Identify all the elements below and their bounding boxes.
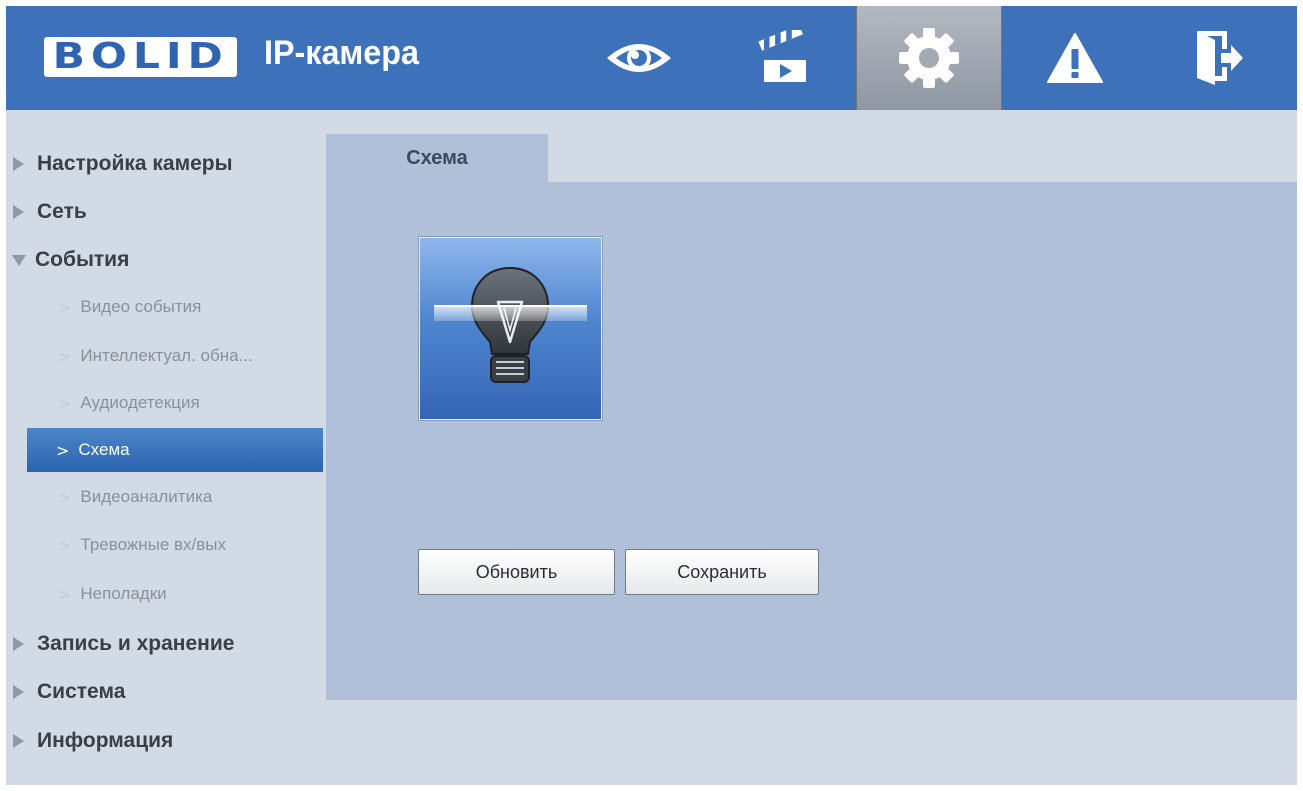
tab-bar: Схема xyxy=(326,134,1297,182)
sidebar-item-audio-detection[interactable]: > Аудиодетекция xyxy=(6,381,323,425)
sidebar-item-faults[interactable]: > Неполадки xyxy=(6,572,323,616)
sidebar-section-recording-storage[interactable]: Запись и хранение xyxy=(6,622,323,666)
app-window: BOLID IP-камера Настройка камеры Сеть Со… xyxy=(6,6,1297,785)
content-panel: Обновить Сохранить xyxy=(326,182,1297,700)
chevron-right-icon: > xyxy=(58,584,72,604)
sidebar-section-information[interactable]: Информация xyxy=(6,719,323,763)
sidebar-section-label: Настройка камеры xyxy=(37,152,233,175)
sidebar-item-label: Тревожные вх/вых xyxy=(80,535,227,554)
nav-live-view-button[interactable] xyxy=(566,6,712,110)
logout-icon xyxy=(1197,31,1243,85)
lightbulb-icon xyxy=(434,266,587,383)
tab-schema[interactable]: Схема xyxy=(326,134,548,182)
save-button[interactable]: Сохранить xyxy=(625,549,819,595)
chevron-right-icon: > xyxy=(58,393,72,413)
app-title: IP-камера xyxy=(264,34,419,72)
sidebar-item-label: Видео события xyxy=(80,297,202,316)
sidebar-item-schema[interactable]: > Схема xyxy=(27,428,323,472)
sidebar-item-video-events[interactable]: > Видео события xyxy=(6,285,323,329)
sidebar-item-label: Видеоаналитика xyxy=(80,487,213,506)
nav-playback-button[interactable] xyxy=(711,6,857,110)
eye-icon xyxy=(607,44,671,72)
sidebar-item-smart-detection[interactable]: > Интеллектуал. обна... xyxy=(6,334,323,378)
brand-logo-text: BOLID xyxy=(52,36,229,77)
sidebar: Настройка камеры Сеть События > Видео со… xyxy=(6,110,326,785)
refresh-button[interactable]: Обновить xyxy=(418,549,615,595)
sidebar-section-events[interactable]: События xyxy=(6,238,323,282)
nav-logout-button[interactable] xyxy=(1146,6,1292,110)
sidebar-section-label: Сеть xyxy=(37,200,87,223)
sidebar-section-label: Запись и хранение xyxy=(37,632,235,655)
triangle-down-icon xyxy=(12,254,26,266)
schema-tile[interactable] xyxy=(419,237,602,420)
triangle-right-icon xyxy=(13,205,24,219)
nav-alarm-button[interactable] xyxy=(1002,6,1148,110)
top-header: BOLID IP-камера xyxy=(6,6,1297,110)
nav-settings-button[interactable] xyxy=(856,6,1002,110)
chevron-right-icon: > xyxy=(58,487,72,507)
sidebar-item-label: Аудиодетекция xyxy=(80,393,200,412)
sidebar-section-label: Система xyxy=(37,680,126,703)
triangle-right-icon xyxy=(13,685,24,699)
sidebar-section-label: Информация xyxy=(37,729,174,752)
sidebar-item-video-analytics[interactable]: > Видеоаналитика xyxy=(6,475,323,519)
warning-icon xyxy=(1047,33,1103,83)
triangle-right-icon xyxy=(13,157,24,171)
chevron-right-icon: > xyxy=(56,440,70,460)
brand-logo: BOLID xyxy=(44,37,237,77)
chevron-right-icon: > xyxy=(58,346,72,366)
sidebar-section-system[interactable]: Система xyxy=(6,670,323,714)
triangle-right-icon xyxy=(13,637,24,651)
chevron-right-icon: > xyxy=(58,535,72,555)
sidebar-item-label: Неполадки xyxy=(80,584,167,603)
sidebar-section-camera-settings[interactable]: Настройка камеры xyxy=(6,142,323,186)
sidebar-item-alarm-io[interactable]: > Тревожные вх/вых xyxy=(6,523,323,567)
gear-icon xyxy=(899,28,959,88)
sidebar-item-label: Схема xyxy=(78,440,130,459)
sidebar-section-label: События xyxy=(35,248,130,271)
sidebar-section-network[interactable]: Сеть xyxy=(6,190,323,234)
triangle-right-icon xyxy=(13,734,24,748)
sidebar-item-label: Интеллектуал. обна... xyxy=(80,346,253,365)
clapperboard-icon xyxy=(758,30,806,82)
chevron-right-icon: > xyxy=(58,297,72,317)
